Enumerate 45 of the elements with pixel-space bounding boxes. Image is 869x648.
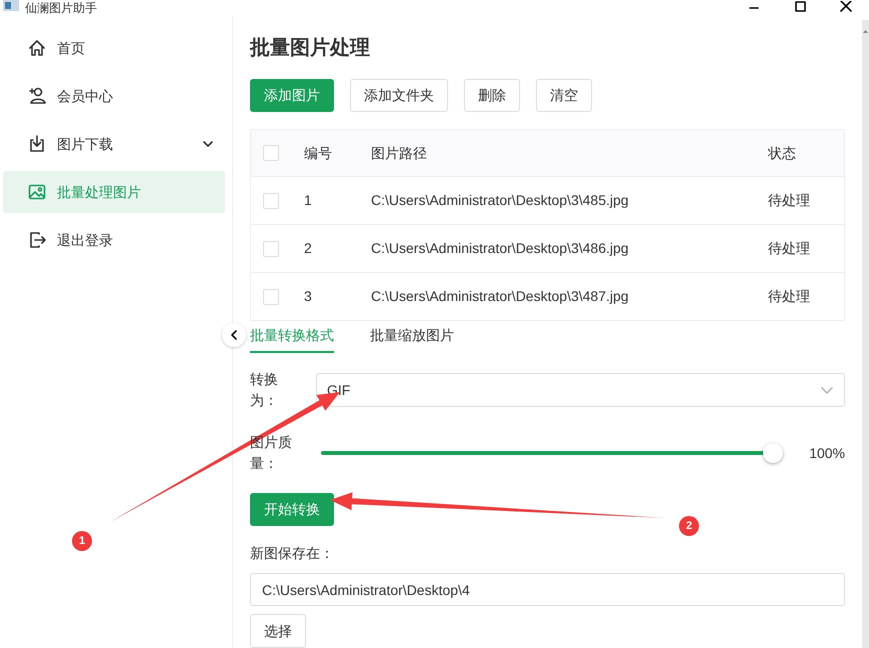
row-checkbox[interactable] <box>263 288 279 304</box>
table-cell-text: 2 <box>304 239 313 258</box>
window-title: 仙澜图片助手 <box>25 1 97 15</box>
step-badge: 2 <box>679 516 699 536</box>
logout-icon <box>27 230 47 250</box>
field-label: 转换为： <box>250 370 279 410</box>
table-cell-text: 1 <box>304 191 313 210</box>
sidebar-item[interactable]: 首页 <box>3 27 225 69</box>
table-cell-text: C:\Users\Administrator\Desktop\3\486.jpg <box>371 239 630 258</box>
step-badge: 1 <box>72 531 92 551</box>
image-icon <box>27 182 47 202</box>
sidebar-item[interactable]: 会员中心 <box>3 75 225 117</box>
table-cell-text: 待处理 <box>768 191 811 210</box>
page-title: 批量图片处理 <box>250 36 371 61</box>
table-cell-text: C:\Users\Administrator\Desktop\3\487.jpg <box>371 287 630 306</box>
slider-thumb[interactable] <box>763 443 783 463</box>
column-header: 编号 <box>304 144 333 162</box>
row-checkbox[interactable] <box>263 192 279 208</box>
download-icon <box>27 134 47 154</box>
toolbar-button[interactable]: 删除 <box>464 79 520 112</box>
choose-button[interactable]: 选择 <box>250 614 306 648</box>
user-add-icon <box>27 86 47 106</box>
table-cell-text: 3 <box>304 287 313 306</box>
sidebar-item[interactable]: 退出登录 <box>3 219 225 261</box>
maximize-icon <box>793 1 807 13</box>
collapse-button[interactable] <box>222 323 246 347</box>
table-cell-text: 待处理 <box>768 239 811 258</box>
column-header: 图片路径 <box>371 144 428 162</box>
field-label: 新图保存在： <box>250 544 335 563</box>
quality-value: 100% <box>808 444 845 462</box>
toolbar-button[interactable]: 添加文件夹 <box>350 79 448 112</box>
close-icon <box>839 1 853 13</box>
tab[interactable]: 批量缩放图片 <box>370 325 454 353</box>
path-field[interactable]: C:\Users\Administrator\Desktop\4 <box>250 573 845 606</box>
sidebar-item[interactable]: 图片下载 <box>3 123 225 165</box>
select-all-checkbox[interactable] <box>263 145 279 161</box>
home-icon <box>27 38 47 58</box>
column-header: 状态 <box>768 144 797 162</box>
row-checkbox[interactable] <box>263 240 279 256</box>
chevron-icon <box>820 384 834 396</box>
app-icon <box>3 0 19 11</box>
scrollbar[interactable] <box>862 20 869 648</box>
table-cell-text: C:\Users\Administrator\Desktop\3\485.jpg <box>371 191 630 210</box>
table-cell-text: 待处理 <box>768 287 811 306</box>
toolbar-button[interactable]: 清空 <box>536 79 592 112</box>
